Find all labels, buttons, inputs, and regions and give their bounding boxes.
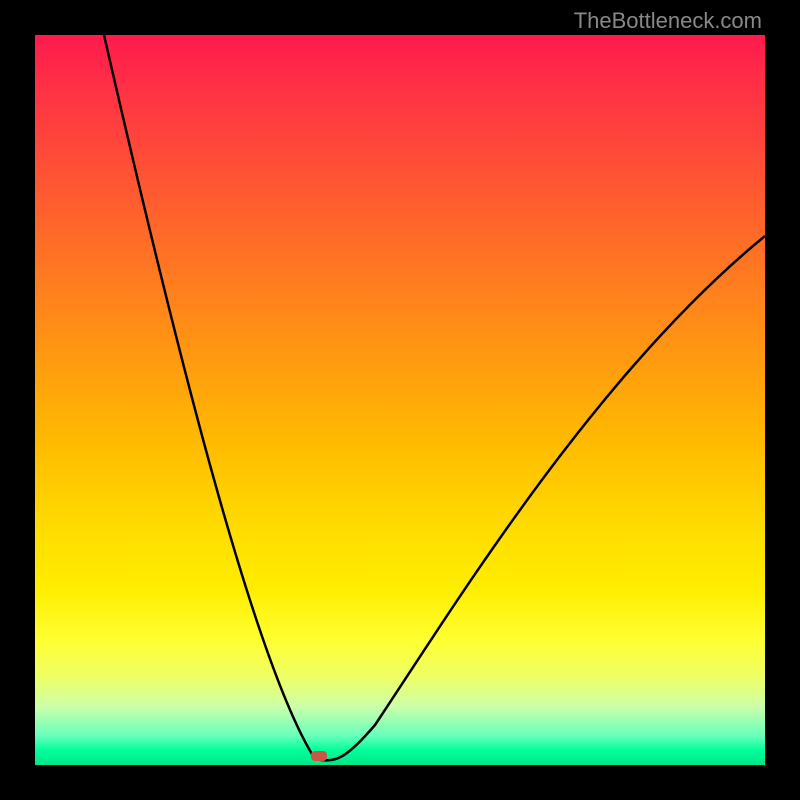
- watermark-text: TheBottleneck.com: [574, 8, 762, 34]
- optimal-point-marker: [311, 751, 327, 761]
- curve-path: [104, 35, 765, 760]
- bottleneck-curve: [35, 35, 765, 765]
- chart-area: [35, 35, 765, 765]
